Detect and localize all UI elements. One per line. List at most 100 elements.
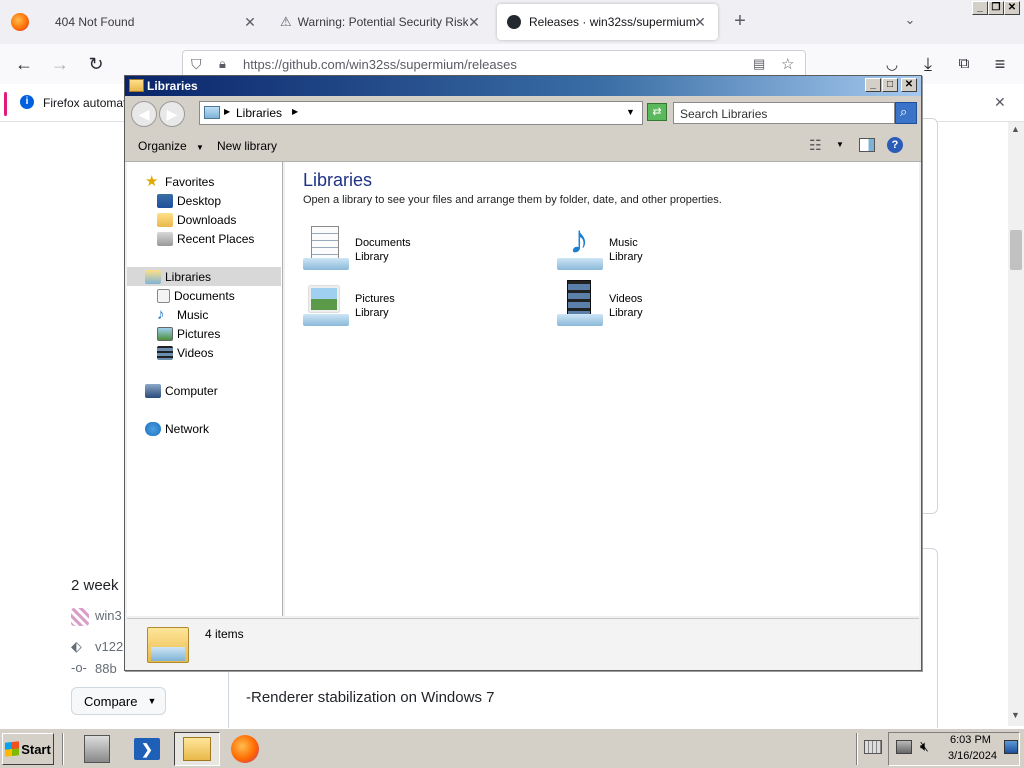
back-arrow-icon[interactable]: ← bbox=[14, 54, 34, 74]
network-tray-icon[interactable] bbox=[896, 740, 912, 754]
nav-network[interactable]: Network bbox=[145, 419, 209, 438]
reload-icon[interactable]: ↻ bbox=[86, 54, 106, 74]
close-tab-icon[interactable]: ✕ bbox=[692, 14, 708, 30]
view-options-chevron-icon[interactable]: ▼ bbox=[836, 140, 844, 149]
minimize-window-button[interactable]: _ bbox=[865, 78, 881, 92]
breadcrumb-libraries[interactable]: Libraries bbox=[236, 106, 282, 120]
info-icon: i bbox=[20, 95, 34, 109]
nav-videos[interactable]: Videos bbox=[157, 343, 213, 362]
download-icon[interactable]: ⤓ bbox=[918, 54, 938, 74]
organize-label: Organize bbox=[138, 139, 187, 153]
url-text[interactable]: https://github.com/win32ss/supermium/rel… bbox=[243, 57, 517, 72]
shield-icon[interactable]: ⛉ bbox=[191, 56, 202, 73]
search-input[interactable]: Search Libraries bbox=[673, 102, 895, 124]
change-view-icon[interactable]: ☷ bbox=[809, 137, 822, 154]
window-title-bar[interactable]: Libraries _ □ ✕ bbox=[125, 76, 921, 96]
close-notice-icon[interactable]: ✕ bbox=[994, 94, 1006, 111]
firefox-taskbar-icon[interactable] bbox=[222, 732, 268, 766]
show-desktop-icon[interactable] bbox=[1004, 740, 1018, 754]
nav-label: Downloads bbox=[177, 212, 237, 227]
close-tab-icon[interactable]: ✕ bbox=[242, 14, 258, 30]
taskbar-separator bbox=[62, 733, 64, 765]
tag-fragment[interactable]: v122 bbox=[95, 639, 123, 654]
nav-label: Libraries bbox=[165, 269, 212, 284]
scroll-down-icon[interactable]: ▼ bbox=[1011, 710, 1020, 720]
library-music[interactable]: ♪ Music Library bbox=[557, 220, 787, 276]
library-documents[interactable]: Documents Library bbox=[303, 224, 533, 276]
maximize-window-button[interactable]: □ bbox=[882, 78, 898, 92]
pictures-library-icon bbox=[303, 280, 351, 328]
page-scrollbar[interactable]: ▲ ▼ bbox=[1008, 122, 1024, 726]
breadcrumb-separator-icon[interactable]: ▶ bbox=[224, 107, 230, 116]
volume-muted-icon[interactable]: 🔇︎ bbox=[920, 738, 929, 755]
commit-fragment[interactable]: 88b bbox=[95, 661, 117, 676]
library-videos[interactable]: Videos Library bbox=[557, 280, 787, 332]
film-strip-icon bbox=[157, 345, 173, 360]
close-window-button[interactable]: ✕ bbox=[901, 78, 917, 92]
item-count: 4 items bbox=[205, 627, 244, 641]
address-history-dropdown-icon[interactable]: ▼ bbox=[626, 107, 635, 117]
tab-404-not-found[interactable]: 404 Not Found ✕ bbox=[40, 0, 268, 44]
start-button[interactable]: Start bbox=[2, 733, 54, 765]
search-icon[interactable]: ⌕ bbox=[895, 102, 917, 124]
explorer-taskbar-icon[interactable] bbox=[174, 732, 220, 766]
nav-label: Favorites bbox=[165, 174, 215, 189]
nav-label: Videos bbox=[177, 345, 214, 360]
clock-date[interactable]: 3/16/2024 bbox=[948, 750, 997, 762]
nav-label: Desktop bbox=[177, 193, 222, 208]
back-button[interactable]: ◀ bbox=[131, 101, 157, 127]
browser-tab-bar: 404 Not Found ✕ ⚠ Warning: Potential Sec… bbox=[0, 0, 1024, 44]
refresh-icon[interactable]: ⇄ bbox=[647, 103, 667, 121]
close-tab-icon[interactable]: ✕ bbox=[466, 14, 482, 30]
nav-libraries[interactable]: Libraries bbox=[127, 267, 281, 286]
lock-icon[interactable]: 🔒︎ bbox=[219, 56, 226, 72]
tab-releases[interactable]: Releases · win32ss/supermium ✕ bbox=[497, 4, 718, 40]
preview-pane-icon[interactable] bbox=[859, 138, 875, 152]
scrollbar-thumb[interactable] bbox=[1010, 230, 1022, 270]
music-library-icon: ♪ bbox=[557, 220, 605, 272]
nav-favorites[interactable]: ★ Favorites bbox=[145, 172, 214, 191]
nav-label: Pictures bbox=[177, 326, 221, 341]
extensions-icon[interactable]: ⧉ bbox=[954, 54, 974, 74]
list-all-tabs-icon[interactable]: ⌄ bbox=[900, 12, 920, 32]
nav-music[interactable]: ♪ Music bbox=[157, 305, 208, 324]
tab-security-warning[interactable]: ⚠ Warning: Potential Security Risk Ah ✕ bbox=[270, 0, 492, 44]
commit-icon: -o- bbox=[71, 660, 87, 675]
compare-button[interactable]: Compare ▼ bbox=[71, 687, 166, 715]
close-browser-button[interactable]: ✕ bbox=[1004, 1, 1020, 15]
videos-library-icon bbox=[557, 280, 605, 328]
music-note-icon: ♪ bbox=[157, 305, 165, 323]
breadcrumb-chevron-icon[interactable]: ▶ bbox=[292, 107, 298, 116]
nav-downloads[interactable]: Downloads bbox=[157, 210, 236, 229]
new-tab-button[interactable]: + bbox=[730, 10, 750, 32]
author-fragment[interactable]: win3 bbox=[95, 608, 122, 623]
windows-logo-icon bbox=[5, 741, 20, 757]
menu-icon[interactable]: ≡ bbox=[990, 54, 1010, 74]
nav-documents[interactable]: Documents bbox=[157, 286, 235, 305]
nav-desktop[interactable]: Desktop bbox=[157, 191, 221, 210]
new-library-button[interactable]: New library bbox=[217, 139, 277, 153]
tab-label: Warning: Potential Security Risk Ah bbox=[297, 15, 468, 29]
keyboard-icon[interactable] bbox=[864, 740, 882, 754]
organize-button[interactable]: Organize ▼ bbox=[138, 139, 204, 153]
library-pictures[interactable]: Pictures Library bbox=[303, 280, 533, 332]
tag-icon: ⬖ bbox=[71, 638, 82, 654]
forward-arrow-icon[interactable]: → bbox=[50, 54, 70, 74]
minimize-browser-button[interactable]: _ bbox=[972, 1, 988, 15]
help-icon[interactable]: ? bbox=[887, 137, 903, 153]
server-manager-icon[interactable] bbox=[74, 732, 120, 766]
address-bar[interactable]: ▶ Libraries ▶ ▼ bbox=[199, 101, 643, 125]
nav-computer[interactable]: Computer bbox=[145, 381, 218, 400]
clock-time[interactable]: 6:03 PM bbox=[950, 734, 991, 746]
avatar bbox=[71, 608, 89, 626]
powershell-icon[interactable]: ❯ bbox=[124, 732, 170, 766]
nav-recent-places[interactable]: Recent Places bbox=[157, 229, 254, 248]
scroll-up-icon[interactable]: ▲ bbox=[1011, 124, 1020, 134]
firefox-logo-icon[interactable] bbox=[11, 13, 29, 31]
restore-browser-button[interactable]: ❐ bbox=[988, 1, 1004, 15]
bookmark-star-icon[interactable]: ☆ bbox=[781, 55, 794, 73]
pocket-icon[interactable]: ◡ bbox=[882, 54, 902, 74]
forward-button[interactable]: ▶ bbox=[159, 101, 185, 127]
nav-pictures[interactable]: Pictures bbox=[157, 324, 220, 343]
reader-view-icon[interactable]: ▤ bbox=[753, 56, 765, 72]
